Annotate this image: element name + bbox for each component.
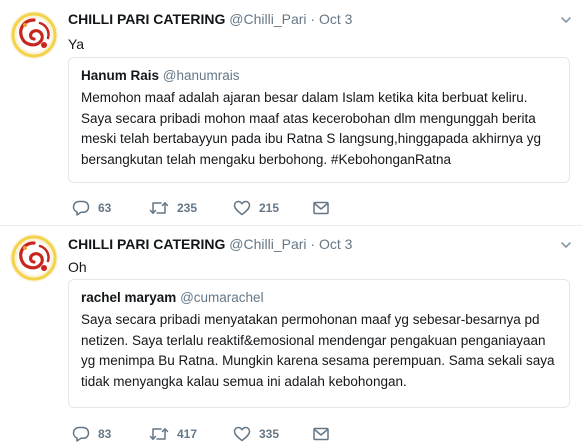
like-count: 215	[259, 201, 280, 215]
direct-message-button[interactable]	[312, 199, 330, 217]
like-count: 335	[259, 427, 280, 441]
avatar[interactable]	[10, 11, 58, 59]
separator: ·	[310, 11, 316, 27]
avatar[interactable]	[10, 234, 58, 282]
reply-icon	[72, 200, 90, 216]
quoted-text-line: bersangkutan telah mengaku berbohong. #K…	[81, 151, 452, 167]
heart-icon	[233, 426, 251, 442]
quoted-tweet[interactable]: Hanum Rais @hanumrais Memohon maaf adala…	[68, 57, 570, 183]
tweet[interactable]: CHILLI PARI CATERING @Chilli_Pari · Oct …	[0, 226, 582, 445]
quoted-text-line: meski telah bertabayyun pada ibu Ratna S…	[81, 131, 542, 146]
quoted-text-line: netizen. Saya terlalu reaktif&emosional …	[81, 332, 546, 348]
retweet-button[interactable]: 417	[149, 425, 197, 443]
retweet-icon	[149, 428, 169, 440]
avatar-logo-icon	[10, 234, 58, 282]
quoted-tweet[interactable]: rachel maryam @cumarachel Saya secara pr…	[68, 279, 570, 408]
quoted-text: Memohon maaf adalah ajaran besar dalam I…	[81, 88, 557, 170]
quoted-author-name: rachel maryam	[81, 290, 177, 305]
quoted-header: Hanum Rais @hanumrais	[81, 68, 557, 83]
quoted-header: rachel maryam @cumarachel	[81, 290, 557, 305]
quoted-text-line: Memohon maaf adalah ajaran besar dalam I…	[81, 90, 528, 105]
tweet-date[interactable]: Oct 3	[319, 236, 352, 252]
tweet-date[interactable]: Oct 3	[319, 11, 352, 27]
quoted-text-line: Saya secara pribadi menyatakan permohona…	[81, 312, 540, 327]
tweet[interactable]: CHILLI PARI CATERING @Chilli_Pari · Oct …	[0, 0, 582, 225]
reply-button[interactable]: 83	[72, 425, 111, 443]
like-button[interactable]: 335	[233, 425, 279, 443]
reply-count: 63	[98, 201, 112, 215]
separator: ·	[310, 236, 316, 252]
chevron-down-icon[interactable]	[560, 14, 572, 26]
envelope-icon	[313, 201, 329, 215]
tweet-header: CHILLI PARI CATERING @Chilli_Pari · Oct …	[68, 11, 352, 27]
quoted-text-line: Saya secara pribadi mohon maaf atas kece…	[81, 110, 536, 126]
tweet-header: CHILLI PARI CATERING @Chilli_Pari · Oct …	[68, 236, 352, 252]
author-name[interactable]: CHILLI PARI CATERING	[68, 236, 225, 252]
heart-icon	[233, 200, 251, 216]
tweet-text: Ya	[68, 36, 85, 52]
author-handle[interactable]: @Chilli_Pari	[229, 236, 306, 252]
tweet-text: Oh	[68, 259, 87, 275]
avatar-logo-icon	[10, 11, 58, 59]
reply-button[interactable]: 63	[72, 199, 111, 217]
author-handle[interactable]: @Chilli_Pari	[229, 11, 306, 27]
quoted-author-handle: @cumarachel	[180, 290, 264, 305]
quoted-author-handle: @hanumrais	[162, 68, 240, 83]
chevron-down-icon[interactable]	[560, 239, 572, 251]
like-button[interactable]: 215	[233, 199, 279, 217]
retweet-count: 235	[177, 201, 198, 215]
quoted-text-line: tidak menyangka kalau semua ini adalah k…	[81, 373, 407, 389]
author-name[interactable]: CHILLI PARI CATERING	[68, 11, 225, 27]
quoted-text: Saya secara pribadi menyatakan permohona…	[81, 310, 557, 392]
reply-count: 83	[98, 427, 112, 441]
quoted-text-line: yg menimpa Bu Ratna. Mungkin karena sesa…	[81, 353, 555, 368]
envelope-icon	[313, 427, 329, 441]
retweet-button[interactable]: 235	[149, 199, 197, 217]
retweet-icon	[149, 202, 169, 214]
direct-message-button[interactable]	[312, 425, 330, 443]
reply-icon	[72, 426, 90, 442]
retweet-count: 417	[177, 427, 198, 441]
quoted-author-name: Hanum Rais	[81, 68, 160, 83]
